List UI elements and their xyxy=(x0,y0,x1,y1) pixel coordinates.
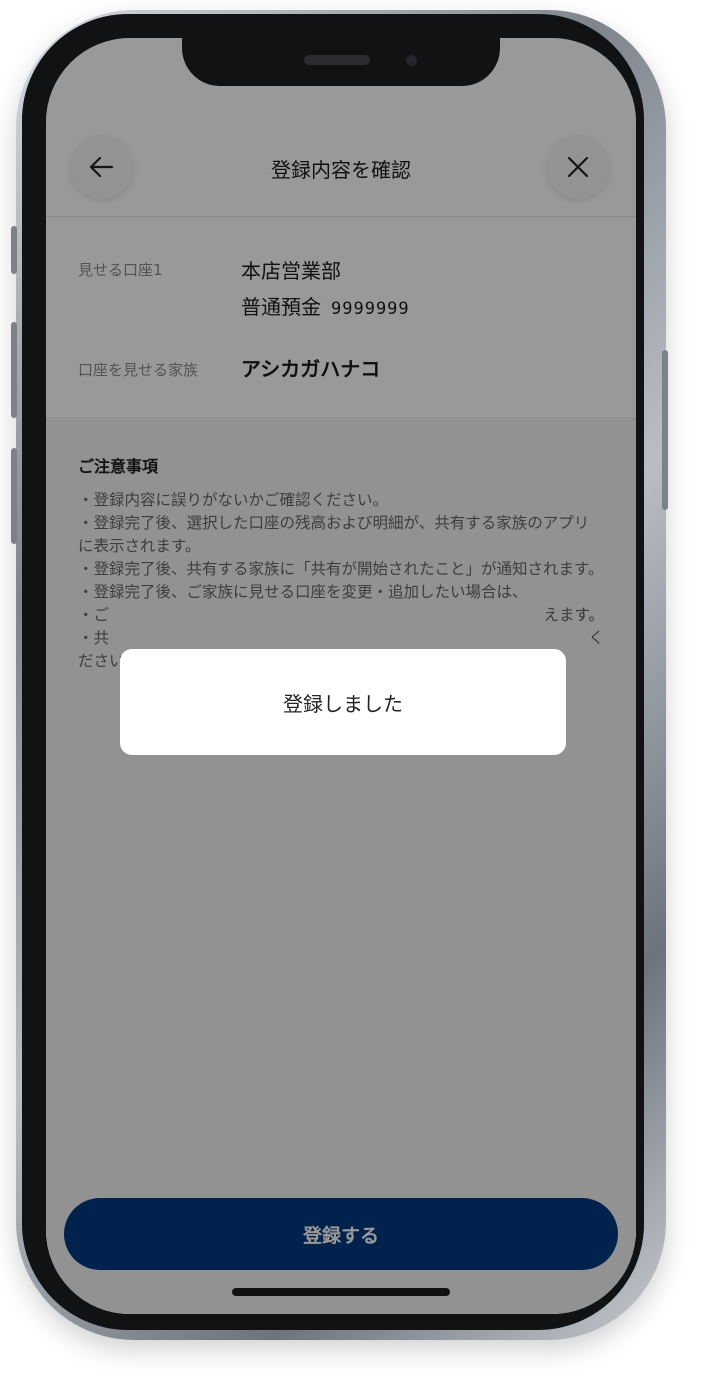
notch xyxy=(182,38,500,86)
home-indicator[interactable] xyxy=(232,1288,450,1296)
toast-dialog: 登録しました xyxy=(120,649,566,755)
toast-message: 登録しました xyxy=(283,691,403,716)
side-button-power xyxy=(662,350,668,510)
speaker-grille xyxy=(304,55,370,65)
camera-icon xyxy=(406,55,417,66)
side-button-volume-up xyxy=(11,322,17,418)
screen: 登録内容を確認 見せる口座1 本店営業部 普通預金 9999999 口座を見せる家… xyxy=(46,38,636,1314)
side-button-volume-down xyxy=(11,448,17,544)
side-button-mute xyxy=(11,226,17,274)
